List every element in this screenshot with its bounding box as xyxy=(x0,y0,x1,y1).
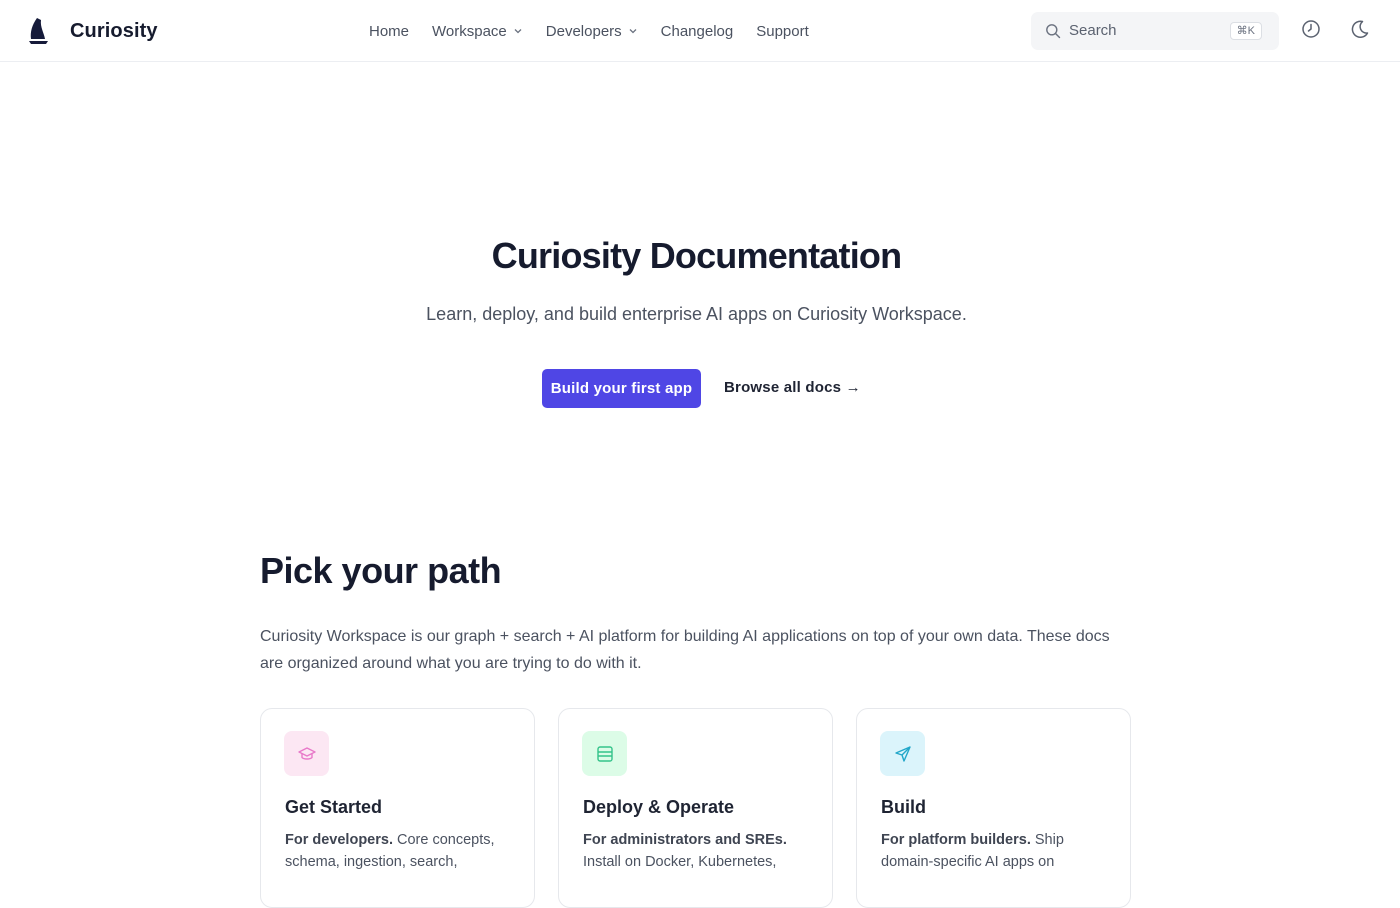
card-title: Build xyxy=(881,797,926,817)
history-button[interactable] xyxy=(1300,18,1322,40)
search-shortcut-badge: ⌘K xyxy=(1229,22,1262,40)
nav-item-workspace[interactable]: Workspace xyxy=(432,23,523,40)
search-icon xyxy=(1046,24,1061,39)
nav-item-label: Support xyxy=(756,22,809,40)
graduation-cap-icon xyxy=(297,746,316,760)
card-description: For developers. Core concepts, schema, i… xyxy=(285,829,517,873)
card-title: Get Started xyxy=(285,797,383,817)
path-card-deploy-operate[interactable]: Deploy & Operate For administrators and … xyxy=(558,708,833,908)
paper-plane-icon xyxy=(894,745,911,762)
main-nav: Home Workspace Developers Changelog Supp… xyxy=(369,0,832,62)
nav-item-label: Home xyxy=(369,22,410,40)
nav-item-label: Developers xyxy=(545,22,622,40)
card-description: For platform builders. Ship domain-speci… xyxy=(881,829,1113,873)
card-icon-container xyxy=(582,731,627,776)
section-intro: Curiosity Workspace is our graph + searc… xyxy=(260,628,1110,672)
chevron-down-icon xyxy=(514,29,522,34)
card-audience: For administrators and SREs. xyxy=(583,832,787,848)
brand-home-link[interactable]: Curiosity xyxy=(28,17,158,45)
top-navigation-bar: Curiosity Home Workspace Developers Chan… xyxy=(0,0,1400,62)
server-icon xyxy=(596,745,613,762)
card-title: Deploy & Operate xyxy=(583,797,735,817)
nav-item-developers[interactable]: Developers xyxy=(546,23,638,40)
brand-name: Curiosity xyxy=(70,19,158,42)
section-title: Pick your path xyxy=(260,550,502,591)
nav-item-changelog[interactable]: Changelog xyxy=(661,23,734,40)
nav-item-home[interactable]: Home xyxy=(369,23,409,40)
card-description-text: Install on Docker, Kubernetes, xyxy=(583,854,777,870)
nav-item-support[interactable]: Support xyxy=(756,23,809,40)
card-audience: For platform builders. xyxy=(881,832,1031,848)
card-description: For administrators and SREs. Install on … xyxy=(583,829,815,873)
moon-icon xyxy=(1351,20,1369,38)
sail-logo-icon xyxy=(29,18,48,44)
nav-item-label: Changelog xyxy=(660,22,734,40)
card-audience: For developers. xyxy=(285,832,393,848)
chevron-down-icon xyxy=(629,29,637,34)
hero-subtitle: Learn, deploy, and build enterprise AI a… xyxy=(426,304,967,324)
card-icon-container xyxy=(880,731,925,776)
path-card-get-started[interactable]: Get Started For developers. Core concept… xyxy=(260,708,535,908)
clock-icon xyxy=(1302,20,1320,38)
nav-item-label: Workspace xyxy=(432,22,507,40)
build-first-app-button[interactable]: Build your first app xyxy=(542,369,701,408)
search-input[interactable]: Search ⌘K xyxy=(1031,12,1279,50)
search-placeholder: Search xyxy=(1069,22,1117,39)
card-icon-container xyxy=(284,731,329,776)
browse-all-docs-link[interactable]: Browse all docs → xyxy=(724,379,861,396)
theme-toggle-button[interactable] xyxy=(1349,18,1371,40)
path-card-build[interactable]: Build For platform builders. Ship domain… xyxy=(856,708,1131,908)
page-title: Curiosity Documentation xyxy=(491,235,902,276)
